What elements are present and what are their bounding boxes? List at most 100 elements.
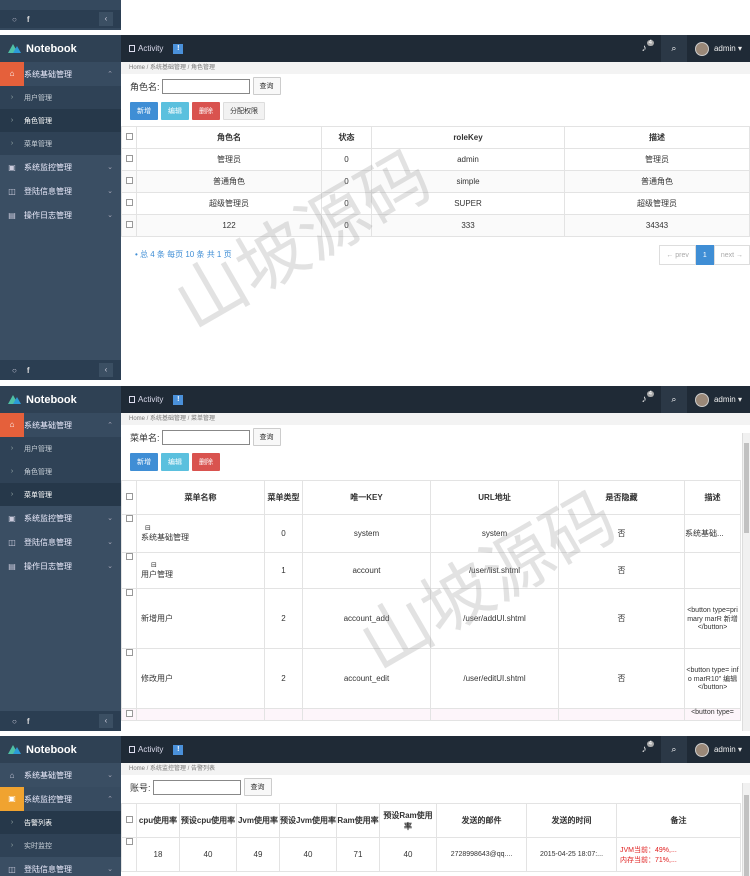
facebook-icon[interactable]: f [27, 366, 30, 375]
edit-button[interactable]: 编辑 [161, 453, 189, 471]
nav-label: 用户管理 [24, 94, 52, 102]
select-all-checkbox[interactable] [125, 133, 133, 140]
table-row[interactable]: 管理员 0 admin 管理员 [121, 148, 750, 171]
nav-alert-list[interactable]: › 告警列表 [0, 811, 121, 834]
row-checkbox[interactable] [125, 710, 133, 717]
row-checkbox[interactable] [125, 199, 133, 206]
info-icon[interactable]: ! [173, 744, 184, 755]
col-role-name: 角色名 [136, 126, 322, 149]
table-row[interactable]: <button type= [121, 708, 741, 721]
table-row[interactable]: 修改用户 2 account_edit/user/editUI.shtml 否 <but… [121, 648, 741, 709]
cell: system [430, 514, 559, 553]
collapse-icon[interactable]: ‹ [99, 12, 113, 26]
collapse-tree-icon[interactable]: ⊟ [141, 524, 264, 532]
info-icon[interactable]: ! [173, 43, 184, 54]
nav-login-info[interactable]: ◫ 登陆信息管理 ⌄ [0, 179, 121, 203]
brand[interactable]: Notebook [0, 35, 121, 62]
table-row[interactable]: 超级管理员 0 SUPER 超级管理员 [121, 192, 750, 215]
page-1-button[interactable]: 1 [695, 245, 714, 265]
nav-system-basic[interactable]: ⌂ 系统基础管理 ⌃ [0, 413, 121, 437]
table-row[interactable]: 新增用户 2 account_add/user/addUI.shtml 否 <butto… [121, 588, 741, 649]
chat-icon[interactable]: ○ [12, 366, 17, 375]
menu-name-input[interactable] [161, 429, 250, 445]
collapse-tree-icon[interactable]: ⊟ [141, 561, 264, 569]
brand-name: Notebook [26, 393, 77, 406]
next-button[interactable]: next → [713, 245, 750, 265]
row-checkbox[interactable] [125, 838, 133, 845]
delete-button[interactable]: 删除 [192, 102, 220, 120]
facebook-icon[interactable]: f [27, 717, 30, 726]
nav-role-management[interactable]: › 角色管理 [0, 109, 121, 132]
row-checkbox[interactable] [125, 589, 133, 596]
nav-system-monitor[interactable]: ▣ 系统监控管理 ⌃ [0, 787, 121, 811]
nav-user-management[interactable]: › 用户管理 [0, 86, 121, 109]
row-checkbox[interactable] [125, 177, 133, 184]
query-button[interactable]: 查询 [252, 77, 281, 95]
activity-button[interactable]: Activity [129, 745, 163, 754]
chat-icon[interactable]: ○ [12, 15, 17, 24]
nav-system-monitor[interactable]: ▣ 系统监控管理 ⌄ [0, 155, 121, 179]
row-checkbox[interactable] [125, 649, 133, 656]
edit-button[interactable]: 编辑 [161, 102, 189, 120]
search-icon[interactable]: ⌕ [660, 736, 687, 763]
nav-system-monitor[interactable]: ▣ 系统监控管理 ⌄ [0, 506, 121, 530]
collapse-icon[interactable]: ‹ [99, 363, 113, 377]
nav-operation-log[interactable]: ▤ 操作日志管理 ⌄ [0, 203, 121, 227]
search-icon[interactable]: ⌕ [660, 35, 687, 62]
nav-menu-management[interactable]: › 菜单管理 [0, 483, 121, 506]
row-checkbox[interactable] [125, 553, 133, 560]
nav-menu-management[interactable]: › 菜单管理 [0, 132, 121, 155]
activity-button[interactable]: Activity [129, 44, 163, 53]
row-checkbox[interactable] [125, 221, 133, 228]
brand[interactable]: Notebook [0, 386, 121, 413]
facebook-icon[interactable]: f [27, 15, 30, 24]
scrollbar[interactable] [742, 433, 750, 731]
role-name-input[interactable] [161, 78, 250, 94]
table-row[interactable]: 普通角色 0 simple 普通角色 [121, 170, 750, 193]
nav-login-info[interactable]: ◫ 登陆信息管理 ⌄ [0, 857, 121, 876]
delete-button[interactable]: 删除 [192, 453, 220, 471]
table-row[interactable]: 122 0 333 34343 [121, 214, 750, 237]
query-button[interactable]: 查询 [243, 778, 272, 796]
brand[interactable]: Notebook [0, 736, 121, 763]
nav-realtime-monitor[interactable]: › 实时监控 [0, 834, 121, 857]
bell-icon[interactable]: ♪ 4 [633, 40, 655, 54]
scrollbar-thumb[interactable] [744, 795, 749, 876]
nav-system-basic[interactable]: ⌂ 系统基础管理 ⌄ [0, 763, 121, 787]
nav-role-management[interactable]: › 角色管理 [0, 460, 121, 483]
nav-user-management[interactable]: › 用户管理 [0, 437, 121, 460]
add-button[interactable]: 新增 [130, 102, 158, 120]
assign-permission-button[interactable]: 分配权限 [223, 102, 265, 120]
prev-button[interactable]: ← prev [659, 245, 696, 265]
add-button[interactable]: 新增 [130, 453, 158, 471]
bell-icon[interactable]: ♪ 4 [633, 741, 655, 755]
cell [684, 552, 741, 589]
user-menu[interactable]: admin ▾ [687, 742, 750, 757]
query-button[interactable]: 查询 [252, 428, 281, 446]
table-row[interactable]: ⊟ 系统基础管理 0 system system 否系统基础... [121, 514, 741, 553]
user-menu[interactable]: admin ▾ [687, 41, 750, 56]
row-checkbox[interactable] [125, 515, 133, 522]
sidebar-footer: ○ f ‹ [0, 360, 121, 380]
scrollbar-thumb[interactable] [744, 443, 749, 533]
bell-icon[interactable]: ♪ 4 [633, 391, 655, 405]
user-menu[interactable]: admin ▾ [687, 392, 750, 407]
collapse-icon[interactable]: ‹ [99, 714, 113, 728]
nav-system-basic[interactable]: ⌂ 系统基础管理 ⌃ [0, 62, 121, 86]
table-row[interactable]: ⊟ 用户管理 1 account/user/list.shtml 否 [121, 552, 741, 589]
cell: 管理员 [564, 148, 750, 171]
nav-operation-log[interactable]: ▤ 操作日志管理 ⌄ [0, 554, 121, 578]
chat-icon[interactable]: ○ [12, 717, 17, 726]
activity-button[interactable]: Activity [129, 395, 163, 404]
search-icon[interactable]: ⌕ [660, 386, 687, 413]
nav-login-info[interactable]: ◫ 登陆信息管理 ⌄ [0, 530, 121, 554]
activity-icon [129, 45, 135, 52]
row-checkbox[interactable] [125, 155, 133, 162]
nav-label: 登陆信息管理 [24, 537, 72, 547]
select-all-checkbox[interactable] [125, 493, 133, 500]
select-all-checkbox[interactable] [125, 816, 133, 823]
table-row[interactable]: 18 40 49 40 71 40 2728998643@qq.... 2015… [121, 837, 741, 872]
info-icon[interactable]: ! [173, 394, 184, 405]
scrollbar[interactable] [742, 783, 750, 876]
account-input[interactable] [152, 779, 241, 795]
